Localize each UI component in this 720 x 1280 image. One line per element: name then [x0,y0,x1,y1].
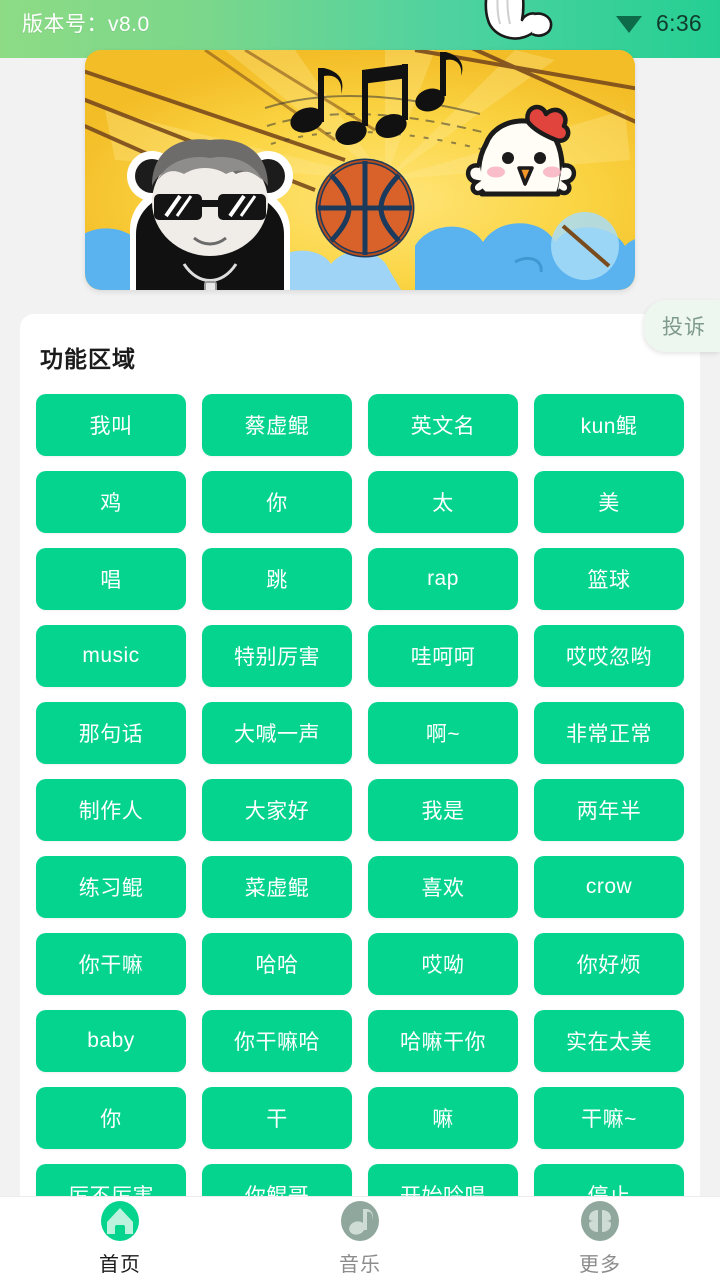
function-chip[interactable]: 美 [534,471,684,533]
function-chip[interactable]: 你干嘛 [36,933,186,995]
function-chip[interactable]: 跳 [202,548,352,610]
status-right-group: 6:36 [614,10,702,37]
function-chip[interactable]: 你 [202,471,352,533]
function-chip[interactable]: 哈嘛干你 [368,1010,518,1072]
bottom-navigation-bar: 首页 音乐 更多 [0,1196,720,1280]
function-chip[interactable]: 大家好 [202,779,352,841]
function-area-card: 功能区域 我叫 蔡虚鲲 英文名 kun鲲鸡你太美唱跳 rap 篮球 music 特别厉害 哇呵呵… [20,314,700,1280]
function-chip[interactable]: 非常正常 [534,702,684,764]
function-chip[interactable]: rap [368,548,518,610]
function-chip[interactable]: 两年半 [534,779,684,841]
function-chip[interactable]: 哎呦 [368,933,518,995]
function-chip[interactable]: 喜欢 [368,856,518,918]
function-chip[interactable]: 唱 [36,548,186,610]
function-chip[interactable]: 你干嘛哈 [202,1010,352,1072]
function-chip[interactable]: 哈哈 [202,933,352,995]
function-chip[interactable]: 干 [202,1087,352,1149]
nav-label-home: 首页 [99,1254,141,1276]
banner-area [0,46,720,296]
grid-more-icon [581,1201,619,1241]
function-chip[interactable]: 太 [368,471,518,533]
complaint-tab[interactable]: 投诉 [644,300,720,352]
wifi-icon [616,16,643,33]
home-icon [101,1201,139,1241]
status-clock: 6:36 [656,9,702,36]
nav-item-music[interactable]: 音乐 [240,1200,480,1277]
app-root: 版本号：v8.0 6:36 功能区域 我叫 蔡虚鲲 英文名 kun鲲 鸡 你 太… [0,0,720,1280]
function-chip[interactable]: music [36,625,186,687]
nav-item-home[interactable]: 首页 [0,1200,240,1277]
function-chip[interactable]: 那句话 [36,702,186,764]
mascot-hand-icon [484,0,553,40]
function-chip[interactable]: 嘛 [368,1087,518,1149]
promo-banner[interactable] [85,50,635,290]
function-chip[interactable]: 菜虚鲲 [202,856,352,918]
nav-item-more[interactable]: 更多 [480,1200,720,1277]
function-chip[interactable]: 制作人 [36,779,186,841]
nav-label-music: 音乐 [339,1254,381,1276]
function-chip[interactable]: 特别厉害 [202,625,352,687]
music-note-icon [341,1201,379,1241]
function-chip[interactable]: crow [534,856,684,918]
promo-banner-artwork [85,50,635,290]
function-chip[interactable]: 练习鲲 [36,856,186,918]
function-chip-grid: 我叫 蔡虚鲲 英文名 kun鲲鸡你太美唱跳 rap 篮球 music 特别厉害 哇呵呵 哎哎忽哟那… [20,374,700,1240]
function-chip[interactable]: 干嘛~ [534,1087,684,1149]
function-chip[interactable]: 英文名 [368,394,518,456]
function-chip[interactable]: 实在太美 [534,1010,684,1072]
function-chip[interactable]: 篮球 [534,548,684,610]
function-chip[interactable]: 我叫 [36,394,186,456]
function-chip[interactable]: 哇呵呵 [368,625,518,687]
function-chip[interactable]: 我是 [368,779,518,841]
function-chip[interactable]: baby [36,1010,186,1072]
page-title: 功能区域 [40,346,136,372]
status-bar: 版本号：v8.0 6:36 [0,0,720,46]
function-chip[interactable]: 哎哎忽哟 [534,625,684,687]
function-chip[interactable]: 你 [36,1087,186,1149]
function-chip[interactable]: 蔡虚鲲 [202,394,352,456]
version-label: 版本号：v8.0 [22,13,150,36]
function-chip[interactable]: 鸡 [36,471,186,533]
function-chip[interactable]: 你好烦 [534,933,684,995]
function-chip[interactable]: 啊~ [368,702,518,764]
function-chip[interactable]: kun鲲 [534,394,684,456]
function-chip[interactable]: 大喊一声 [202,702,352,764]
nav-label-more: 更多 [579,1254,621,1276]
